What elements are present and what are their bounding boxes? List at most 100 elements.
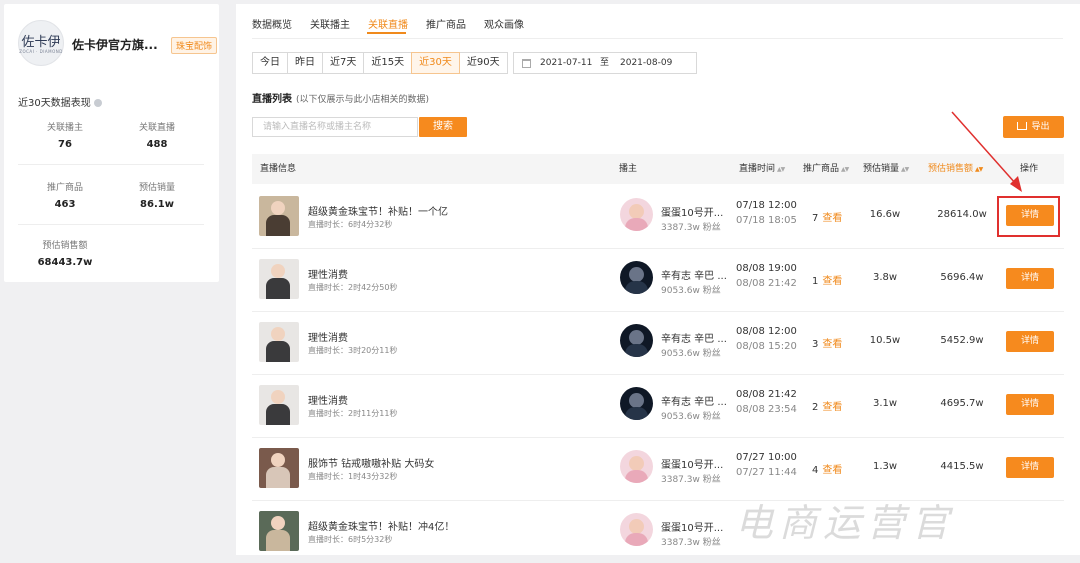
tab-promoted-products[interactable]: 推广商品 bbox=[426, 16, 466, 31]
live-title[interactable]: 理性消费 bbox=[308, 329, 348, 344]
shop-logo-text: 佐卡伊 bbox=[21, 35, 61, 50]
live-thumbnail[interactable] bbox=[259, 511, 299, 551]
stat-label: 预估销售额 bbox=[42, 241, 88, 251]
thumbnail-body bbox=[266, 215, 290, 236]
product-count-value: 7 bbox=[812, 213, 819, 224]
help-icon[interactable] bbox=[93, 99, 102, 107]
live-title[interactable]: 超级黄金珠宝节！补贴！冲4亿！ bbox=[308, 518, 454, 533]
stat-estimated-sales: 预估销量 86.1w bbox=[112, 180, 202, 210]
thumbnail-body bbox=[266, 467, 290, 488]
main-panel: 数据概览 关联播主 关联直播 推广商品 观众画像 今日 昨日 近7天 近15天 … bbox=[236, 4, 1080, 555]
anchor-fans: 3387.3w 粉丝 bbox=[661, 538, 721, 548]
estimated-gmv: 28614.0w bbox=[937, 209, 987, 220]
tab-linked-anchors[interactable]: 关联播主 bbox=[310, 16, 350, 31]
live-start-time: 07/27 10:00 bbox=[736, 452, 797, 463]
thumbnail-face bbox=[271, 327, 285, 341]
anchor-avatar[interactable] bbox=[620, 387, 653, 420]
live-title[interactable]: 理性消费 bbox=[308, 266, 348, 281]
live-thumbnail[interactable] bbox=[259, 385, 299, 425]
thumbnail-face bbox=[271, 390, 285, 404]
anchor-fans: 9053.6w 粉丝 bbox=[661, 286, 721, 296]
col-live-time-label: 直播时间 bbox=[739, 164, 776, 174]
live-start-time: 07/18 12:00 bbox=[736, 200, 797, 211]
live-start-time: 08/08 19:00 bbox=[736, 263, 797, 274]
shop-category-tag: 珠宝配饰 bbox=[171, 37, 218, 54]
col-sales[interactable]: 预估销量 ▲▼ bbox=[863, 154, 909, 184]
view-products-link[interactable]: 查看 bbox=[822, 402, 842, 413]
range-yesterday[interactable]: 昨日 bbox=[287, 52, 323, 74]
anchor-name[interactable]: 蛋蛋10号开... bbox=[661, 456, 723, 471]
thumbnail-body bbox=[266, 404, 290, 425]
watermark: 电商运营官 bbox=[735, 501, 956, 545]
anchor-name[interactable]: 辛有志 辛巴 ... bbox=[661, 267, 727, 282]
anchor-name[interactable]: 蛋蛋10号开... bbox=[661, 519, 723, 534]
detail-button[interactable]: 详情 bbox=[1006, 394, 1054, 415]
anchor-name[interactable]: 蛋蛋10号开... bbox=[661, 204, 723, 219]
stat-promoted-products: 推广商品 463 bbox=[20, 180, 110, 210]
live-title[interactable]: 超级黄金珠宝节！补贴！一个亿 bbox=[308, 203, 448, 218]
live-duration: 直播时长：3时20分11秒 bbox=[308, 346, 398, 355]
avatar-face bbox=[629, 267, 644, 282]
live-thumbnail[interactable] bbox=[259, 196, 299, 236]
view-products-link[interactable]: 查看 bbox=[822, 339, 842, 350]
table-row: 理性消费 直播时长：2时42分50秒 辛有志 辛巴 ... 9053.6w 粉丝… bbox=[252, 248, 1064, 312]
col-live-time[interactable]: 直播时间 ▲▼ bbox=[739, 154, 785, 184]
shop-panel: 佐卡伊 ZOCAI · DIAMOND 佐卡伊官方旗... 珠宝配饰 近30天数… bbox=[4, 4, 219, 282]
stat-value: 488 bbox=[146, 139, 168, 150]
estimated-gmv: 5452.9w bbox=[940, 335, 984, 346]
stat-label: 推广商品 bbox=[46, 183, 83, 193]
date-end: 2021-08-09 bbox=[620, 58, 673, 68]
export-label: 导出 bbox=[1031, 122, 1050, 132]
range-30d[interactable]: 近30天 bbox=[411, 52, 460, 74]
col-products[interactable]: 推广商品 ▲▼ bbox=[803, 154, 849, 184]
product-count: 4 查看 bbox=[812, 461, 842, 476]
live-title[interactable]: 理性消费 bbox=[308, 392, 348, 407]
search-button[interactable]: 搜索 bbox=[419, 117, 467, 137]
estimated-gmv: 5696.4w bbox=[940, 272, 984, 283]
shop-name[interactable]: 佐卡伊官方旗... bbox=[72, 36, 158, 53]
range-15d[interactable]: 近15天 bbox=[363, 52, 413, 74]
view-products-link[interactable]: 查看 bbox=[822, 276, 842, 287]
anchor-avatar[interactable] bbox=[620, 324, 653, 357]
live-title[interactable]: 服饰节 钻戒嗷嗷补贴 大码女 bbox=[308, 455, 434, 470]
tab-overview[interactable]: 数据概览 bbox=[252, 16, 292, 31]
list-title: 直播列表 bbox=[252, 94, 292, 105]
view-products-link[interactable]: 查看 bbox=[822, 465, 842, 476]
live-duration: 直播时长：2时11分11秒 bbox=[308, 409, 398, 418]
anchor-avatar[interactable] bbox=[620, 513, 653, 546]
range-7d[interactable]: 近7天 bbox=[322, 52, 365, 74]
anchor-name[interactable]: 辛有志 辛巴 ... bbox=[661, 330, 727, 345]
divider bbox=[18, 224, 204, 225]
tab-audience-profile[interactable]: 观众画像 bbox=[484, 16, 524, 31]
anchor-avatar[interactable] bbox=[620, 450, 653, 483]
detail-button[interactable]: 详情 bbox=[1006, 331, 1054, 352]
live-start-time: 08/08 21:42 bbox=[736, 389, 797, 400]
view-products-link[interactable]: 查看 bbox=[822, 213, 842, 224]
tab-linked-lives[interactable]: 关联直播 bbox=[368, 16, 408, 31]
estimated-sales: 3.8w bbox=[872, 272, 898, 283]
live-thumbnail[interactable] bbox=[259, 448, 299, 488]
detail-button[interactable]: 详情 bbox=[1006, 268, 1054, 289]
product-count: 1 查看 bbox=[812, 272, 842, 287]
live-thumbnail[interactable] bbox=[259, 259, 299, 299]
date-separator: 至 bbox=[600, 58, 610, 68]
range-today[interactable]: 今日 bbox=[252, 52, 288, 74]
tabs-divider bbox=[252, 38, 1063, 39]
thumbnail-body bbox=[266, 341, 290, 362]
date-range-picker[interactable]: 2021-07-11 至 2021-08-09 bbox=[513, 52, 697, 74]
anchor-fans: 3387.3w 粉丝 bbox=[661, 223, 721, 233]
overview-title-text: 近30天数据表现 bbox=[18, 98, 91, 109]
range-90d[interactable]: 近90天 bbox=[458, 52, 508, 74]
live-thumbnail[interactable] bbox=[259, 322, 299, 362]
anchor-avatar[interactable] bbox=[620, 198, 653, 231]
product-count-value: 1 bbox=[812, 276, 819, 287]
live-end-time: 07/18 18:05 bbox=[736, 215, 797, 226]
anchor-name[interactable]: 辛有志 辛巴 ... bbox=[661, 393, 727, 408]
stat-value: 68443.7w bbox=[37, 257, 93, 268]
detail-button[interactable]: 详情 bbox=[1006, 457, 1054, 478]
search-input[interactable] bbox=[252, 117, 418, 137]
shop-logo: 佐卡伊 ZOCAI · DIAMOND bbox=[18, 20, 64, 66]
anchor-avatar[interactable] bbox=[620, 261, 653, 294]
live-end-time: 07/27 11:44 bbox=[736, 467, 797, 478]
product-count-value: 4 bbox=[812, 465, 819, 476]
